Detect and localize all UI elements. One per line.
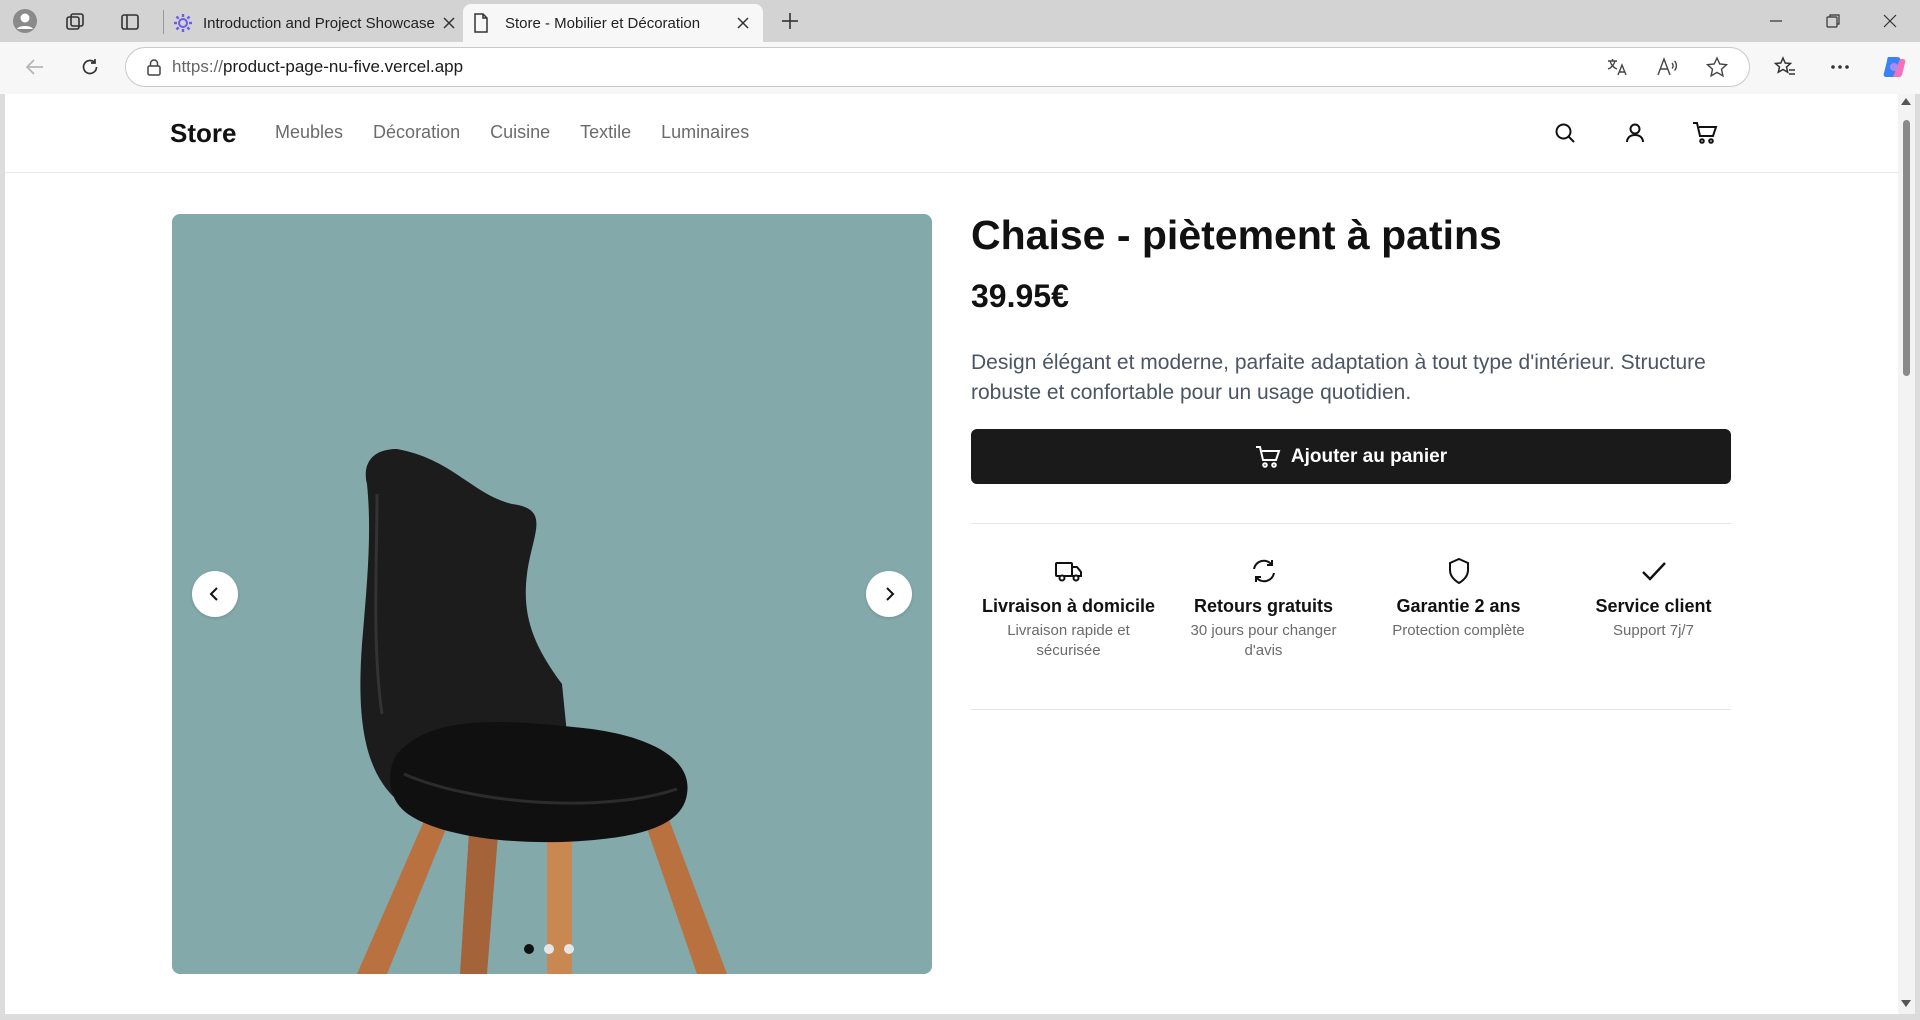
tab-title: Store - Mobilier et Décoration [505,14,701,32]
page-scrollbar[interactable] [1898,94,1915,1014]
product-title: Chaise - piètement à patins [971,212,1502,258]
tab-separator [163,10,164,34]
product-price: 39.95€ [971,278,1069,314]
carousel-next-button[interactable] [866,571,912,617]
url-text[interactable]: https://product-page-nu-five.vercel.app [172,57,463,77]
site-header: Store Meubles Décoration Cuisine Textile… [5,94,1898,173]
feature-subtitle: Livraison rapide et sécurisée [1007,622,1130,659]
chair-seat [390,721,688,843]
vertical-tabs-icon[interactable] [116,8,144,36]
product-image [357,449,727,974]
favorite-star-icon[interactable] [1706,56,1728,78]
copilot-icon[interactable] [1878,51,1910,83]
feature-subtitle: Support 7j/7 [1613,622,1694,639]
restore-icon[interactable] [1819,7,1847,35]
carousel-dot-1[interactable] [524,944,534,954]
browser-tab-strip: Introduction and Project Showcase Store … [0,0,1920,42]
nav-item-luminaires[interactable]: Luminaires [661,122,749,143]
add-to-cart-label: Ajouter au panier [1290,445,1448,467]
minimize-icon[interactable] [1762,7,1790,35]
feature-title: Garantie 2 ans [1396,596,1521,616]
tab-title: Introduction and Project Showcase [203,14,435,32]
reload-icon[interactable] [75,52,105,82]
cart-icon[interactable] [1690,118,1720,148]
truck-icon [1054,554,1084,588]
feature-delivery: Livraison à domicile Livraison rapide et… [971,554,1166,661]
address-bar[interactable]: https://product-page-nu-five.vercel.app [125,47,1750,87]
gear-favicon-icon [173,13,195,33]
workspaces-icon[interactable] [62,8,90,36]
feature-title: Livraison à domicile [981,596,1156,616]
translate-icon[interactable] [1606,57,1628,77]
product-description: Design élégant et moderne, parfaite adap… [971,351,1706,404]
refresh-icon [1250,554,1278,588]
chair-leg [642,814,727,974]
url-host: product-page-nu-five.vercel.app [223,57,464,76]
browser-toolbar: https://product-page-nu-five.vercel.app [0,42,1920,94]
divider [971,523,1731,524]
search-icon[interactable] [1550,118,1580,148]
more-options-icon[interactable] [1825,52,1855,82]
feature-returns: Retours gratuits 30 jours pour changer d… [1166,554,1361,661]
account-icon[interactable] [1620,118,1650,148]
new-tab-icon[interactable] [776,7,804,35]
read-aloud-icon[interactable] [1656,57,1678,77]
main-nav: Meubles Décoration Cuisine Textile Lumin… [275,122,749,143]
favorites-icon[interactable] [1770,52,1800,82]
carousel-dots [524,944,574,954]
url-scheme: https:// [172,57,224,76]
back-icon[interactable] [20,52,50,82]
page-favicon-icon [473,13,495,33]
nav-item-textile[interactable]: Textile [580,122,631,143]
feature-warranty: Garantie 2 ans Protection complète [1361,554,1556,661]
features-list: Livraison à domicile Livraison rapide et… [971,554,1751,661]
feature-support: Service client Support 7j/7 [1556,554,1751,661]
carousel-prev-button[interactable] [192,571,238,617]
tab-store[interactable]: Store - Mobilier et Décoration [463,4,763,42]
feature-title: Service client [1595,596,1712,616]
close-tab-icon[interactable] [729,9,757,37]
feature-title: Retours gratuits [1193,596,1334,616]
scroll-down-icon[interactable] [1901,1000,1911,1007]
chevron-left-icon [209,587,218,601]
add-to-cart-button[interactable]: Ajouter au panier [971,429,1731,484]
close-window-icon[interactable] [1876,7,1904,35]
profile-icon[interactable] [10,6,40,36]
divider [971,709,1731,710]
chair-leg [357,814,452,974]
check-icon [1640,554,1668,588]
feature-subtitle: Protection complète [1392,622,1525,639]
page-viewport: Store Meubles Décoration Cuisine Textile… [5,94,1898,1014]
nav-item-meubles[interactable]: Meubles [275,122,343,143]
scroll-up-icon[interactable] [1901,98,1911,105]
carousel-dot-3[interactable] [564,944,574,954]
scrollbar-thumb[interactable] [1903,120,1910,376]
feature-subtitle: 30 jours pour changer d'avis [1190,622,1337,659]
product-image-carousel [172,214,932,974]
nav-item-decoration[interactable]: Décoration [373,122,460,143]
carousel-dot-2[interactable] [544,944,554,954]
brand-logo[interactable]: Store [170,118,236,149]
shield-icon [1447,554,1471,588]
nav-item-cuisine[interactable]: Cuisine [490,122,550,143]
tab-introduction[interactable]: Introduction and Project Showcase [165,4,463,42]
cart-icon [1255,445,1281,468]
close-tab-icon[interactable] [435,9,463,37]
lock-icon[interactable] [146,58,162,76]
chevron-right-icon [886,587,895,601]
